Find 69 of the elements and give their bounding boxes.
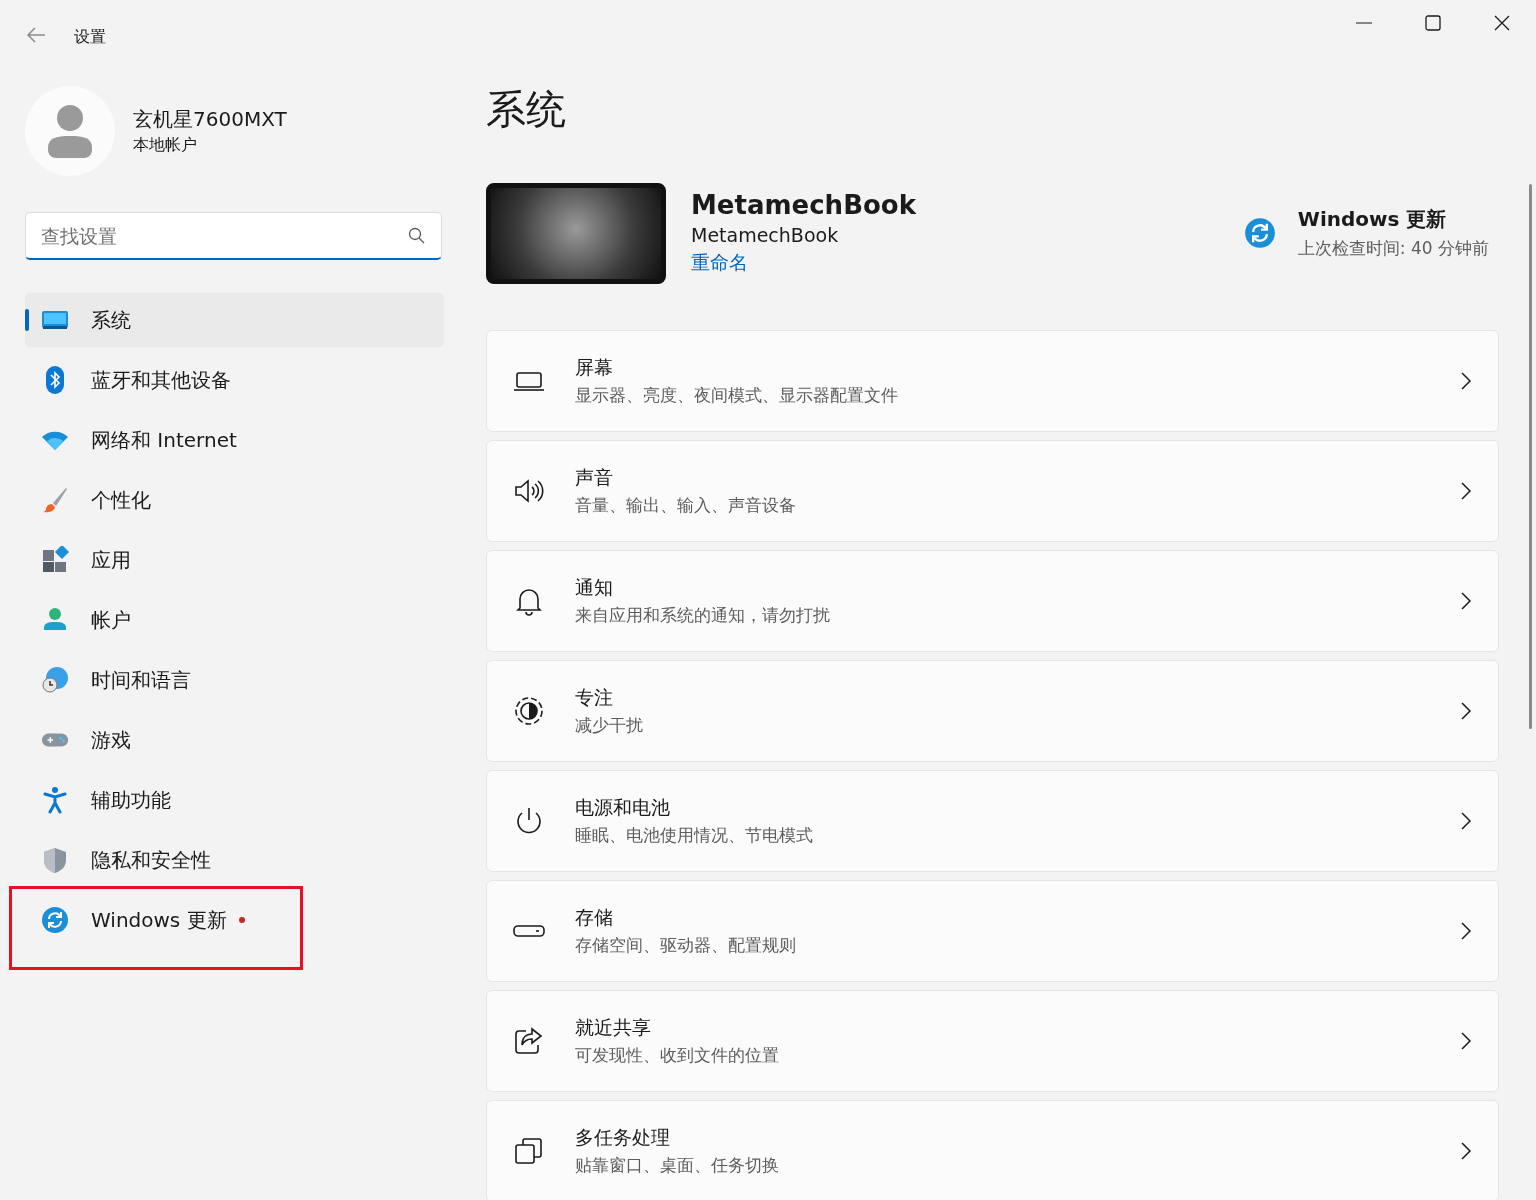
card-subtitle: 显示器、亮度、夜间模式、显示器配置文件: [575, 384, 899, 407]
chevron-icon: [1460, 811, 1472, 831]
nav-item[interactable]: 个性化: [25, 473, 444, 527]
account-type: 本地帐户: [133, 135, 198, 156]
update-title: Windows 更新: [1297, 206, 1448, 233]
card-subtitle: 可发现性、收到文件的位置: [575, 1044, 780, 1067]
card-subtitle: 存储空间、驱动器、配置规则: [575, 934, 797, 957]
settings-card[interactable]: 多任务处理 贴靠窗口、桌面、任务切换: [486, 1100, 1499, 1200]
nav-item[interactable]: 游戏: [25, 713, 444, 767]
minimize-icon: [1355, 22, 1372, 24]
card-title: 多任务处理: [575, 1125, 671, 1150]
card-title: 通知: [575, 575, 614, 600]
card-title: 声音: [575, 465, 614, 490]
focus-icon: [513, 695, 545, 727]
device-name: MetamechBook: [691, 190, 916, 220]
search-icon: [408, 227, 426, 245]
chevron-icon: [1460, 591, 1472, 611]
card-subtitle: 睡眠、电池使用情况、节电模式: [575, 824, 814, 847]
settings-card[interactable]: 存储 存储空间、驱动器、配置规则: [486, 880, 1499, 982]
card-subtitle: 减少干扰: [575, 714, 644, 737]
nav-item[interactable]: 网络和 Internet: [25, 413, 444, 467]
scrollbar[interactable]: [1529, 184, 1532, 729]
chevron-icon: [1460, 481, 1472, 501]
chevron-icon: [1460, 921, 1472, 941]
page-title: 系统: [486, 85, 567, 134]
nav-item[interactable]: 辅助功能: [25, 773, 444, 827]
nav-item[interactable]: 应用: [25, 533, 444, 587]
window-title: 设置: [74, 27, 106, 48]
search-field[interactable]: 查找设置: [25, 212, 442, 260]
chevron-icon: [1460, 371, 1472, 391]
chevron-icon: [1460, 1141, 1472, 1161]
paintbrush-icon: [41, 486, 69, 514]
card-title: 存储: [575, 905, 614, 930]
nav-item[interactable]: 时间和语言: [25, 653, 444, 707]
settings-card[interactable]: 电源和电池 睡眠、电池使用情况、节电模式: [486, 770, 1499, 872]
maximize-icon: [1424, 15, 1441, 31]
person-silhouette-icon: [48, 104, 92, 158]
rename-link[interactable]: 重命名: [691, 250, 748, 276]
settings-card[interactable]: 屏幕 显示器、亮度、夜间模式、显示器配置文件: [486, 330, 1499, 432]
settings-card[interactable]: 通知 来自应用和系统的通知，请勿打扰: [486, 550, 1499, 652]
apps-icon: [41, 546, 69, 574]
shield-icon: [41, 846, 69, 874]
card-subtitle: 贴靠窗口、桌面、任务切换: [575, 1154, 780, 1177]
accessibility-icon: [41, 786, 69, 814]
nav-item[interactable]: 系统: [25, 293, 444, 347]
sync-icon: [1243, 217, 1276, 249]
device-model: MetamechBook: [691, 224, 840, 246]
account-name: 玄机星7600MXT: [133, 106, 287, 133]
close-icon: [1493, 15, 1510, 31]
card-subtitle: 来自应用和系统的通知，请勿打扰: [575, 604, 831, 627]
settings-card[interactable]: 专注 减少干扰: [486, 660, 1499, 762]
nav-item[interactable]: 蓝牙和其他设备: [25, 353, 444, 407]
card-title: 专注: [575, 685, 614, 710]
chevron-icon: [1460, 701, 1472, 721]
nav-item[interactable]: 帐户: [25, 593, 444, 647]
settings-card[interactable]: 声音 音量、输出、输入、声音设备: [486, 440, 1499, 542]
chevron-icon: [1460, 1031, 1472, 1051]
update-status: 上次检查时间: 40 分钟前: [1297, 237, 1489, 260]
card-subtitle: 音量、输出、输入、声音设备: [575, 494, 797, 517]
card-title: 就近共享: [575, 1015, 652, 1040]
card-title: 电源和电池: [575, 795, 671, 820]
nav-item[interactable]: Windows 更新: [25, 893, 444, 947]
nav-item[interactable]: 隐私和安全性: [25, 833, 444, 887]
share-icon: [513, 1025, 545, 1057]
sync-icon: [41, 906, 69, 934]
globe-clock-icon: [41, 666, 69, 694]
card-title: 屏幕: [575, 355, 614, 380]
windows-stack-icon: [513, 1135, 545, 1167]
settings-card[interactable]: 就近共享 可发现性、收到文件的位置: [486, 990, 1499, 1092]
